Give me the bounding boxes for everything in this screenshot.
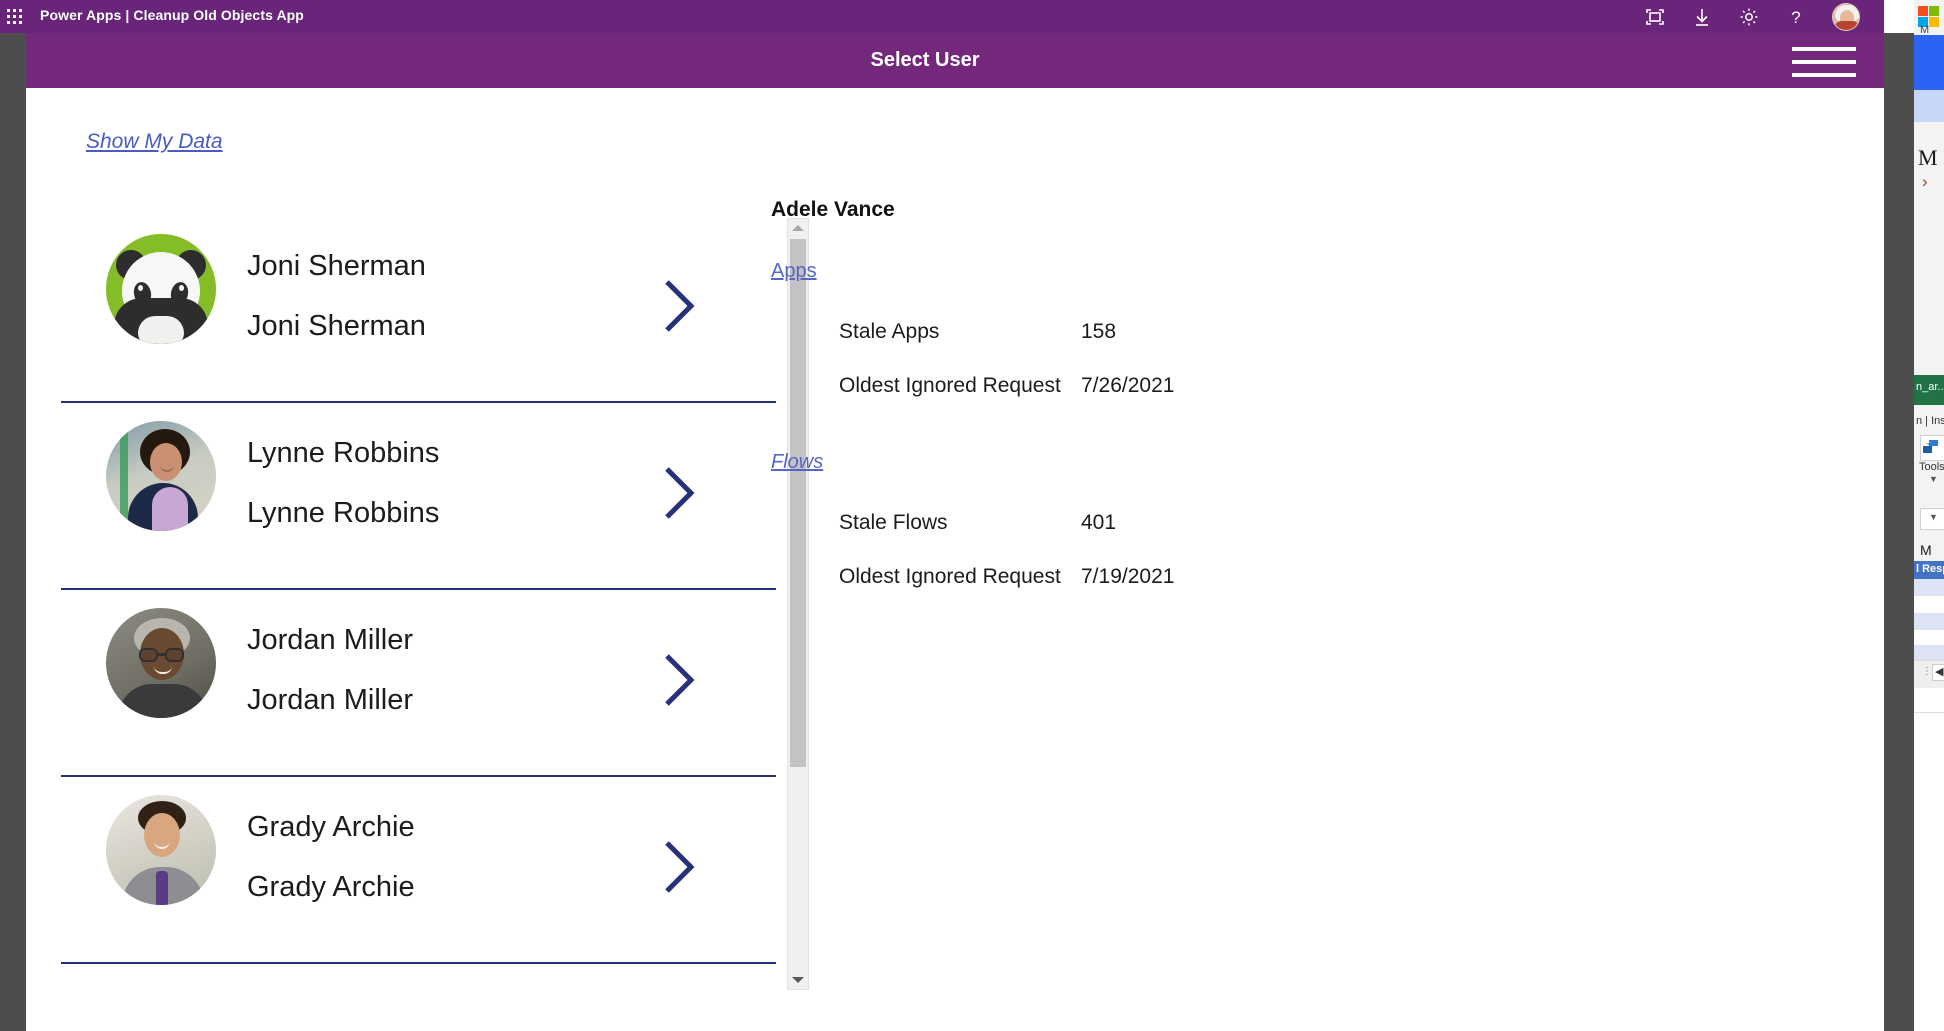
row-value: 401 — [1081, 511, 1116, 535]
background-prev-button[interactable]: ◀ — [1932, 664, 1944, 681]
avatar — [106, 234, 216, 344]
user-names: Jordan Miller Jordan Miller — [247, 610, 677, 730]
background-divider — [1914, 712, 1944, 713]
user-secondary-name: Joni Sherman — [247, 296, 677, 356]
apps-link[interactable]: Apps — [771, 260, 817, 283]
background-sheet-row — [1914, 579, 1944, 596]
table-row: Oldest Ignored Request 7/26/2021 — [771, 359, 1671, 413]
background-light-band — [1914, 90, 1944, 122]
scroll-down-arrow-icon[interactable] — [788, 971, 808, 989]
table-row: Stale Apps 158 — [771, 305, 1671, 359]
apps-rows: Stale Apps 158 Oldest Ignored Request 7/… — [771, 305, 1671, 413]
user-display-name: Lynne Robbins — [247, 423, 677, 483]
fit-to-screen-icon[interactable] — [1644, 6, 1666, 28]
download-icon[interactable] — [1691, 6, 1713, 28]
background-prev-icon: ◀ — [1935, 665, 1943, 678]
background-sheet-row — [1914, 613, 1944, 630]
background-dropdown-chevron-down-icon: ▼ — [1929, 512, 1938, 522]
app-header: Select User — [26, 33, 1884, 88]
help-icon[interactable]: ? — [1785, 6, 1807, 28]
user-details-panel: Adele Vance Apps Stale Apps 158 Oldest I… — [771, 198, 1671, 604]
list-item[interactable]: Joni Sherman Joni Sherman — [61, 216, 776, 403]
background-lower-pane — [1914, 688, 1944, 1031]
background-selected-column-label: l Resp — [1916, 563, 1944, 575]
user-gallery[interactable]: Joni Sherman Joni Sherman — [61, 216, 776, 1031]
background-green-tab-label: n_ar... — [1916, 381, 1944, 393]
background-chevron-icon: › — [1922, 172, 1928, 192]
top-command-bar: Power Apps | Cleanup Old Objects App — [0, 0, 1884, 33]
svg-text:?: ? — [1791, 8, 1800, 27]
table-row: Oldest Ignored Request 7/19/2021 — [771, 550, 1671, 604]
chevron-right-icon[interactable] — [659, 837, 699, 897]
user-display-name: Joni Sherman — [247, 236, 677, 296]
host-window-left-gutter — [0, 33, 26, 1031]
flows-link[interactable]: Flows — [771, 451, 823, 474]
hamburger-menu-icon[interactable] — [1792, 47, 1856, 77]
screen-root: M M › n_ar... n | Inse Tools ▼ ▼ M l Res… — [0, 0, 1944, 1031]
background-column-letter: M — [1920, 542, 1932, 558]
selected-user-name: Adele Vance — [771, 198, 1671, 222]
user-display-name: Grady Archie — [247, 797, 677, 857]
app-canvas: Show My Data Joni Sherman Joni She — [26, 88, 1884, 1031]
show-my-data-link[interactable]: Show My Data — [86, 130, 223, 154]
user-display-name: Jordan Miller — [247, 610, 677, 670]
row-value: 7/19/2021 — [1081, 565, 1174, 589]
photo-avatar-icon — [106, 608, 216, 718]
background-tools-label: Tools — [1919, 461, 1944, 473]
flows-rows: Stale Flows 401 Oldest Ignored Request 7… — [771, 496, 1671, 604]
gear-icon[interactable] — [1738, 6, 1760, 28]
app-launcher-icon[interactable] — [7, 9, 23, 25]
background-ribbon-label: n | Inse — [1916, 415, 1944, 427]
table-row: Stale Flows 401 — [771, 496, 1671, 550]
row-value: 7/26/2021 — [1081, 374, 1174, 398]
top-bar-icon-group: ? — [1644, 0, 1860, 33]
page-title: Select User — [26, 33, 1884, 88]
panda-avatar-icon — [106, 234, 216, 344]
photo-avatar-icon — [106, 421, 216, 531]
background-sheet-row — [1914, 596, 1944, 613]
avatar — [106, 795, 216, 905]
brand-title: Power Apps | Cleanup Old Objects App — [40, 7, 304, 23]
list-item[interactable]: Grady Archie Grady Archie — [61, 777, 776, 964]
user-secondary-name: Grady Archie — [247, 857, 677, 917]
background-big-m-letter: M — [1918, 145, 1938, 171]
row-value: 158 — [1081, 320, 1116, 344]
chevron-right-icon[interactable] — [659, 276, 699, 336]
photo-avatar-icon — [106, 795, 216, 905]
user-names: Grady Archie Grady Archie — [247, 797, 677, 917]
background-blue-band — [1914, 35, 1944, 90]
user-secondary-name: Jordan Miller — [247, 670, 677, 730]
user-names: Joni Sherman Joni Sherman — [247, 236, 677, 356]
details-section-apps: Apps Stale Apps 158 Oldest Ignored Reque… — [771, 260, 1671, 413]
user-names: Lynne Robbins Lynne Robbins — [247, 423, 677, 543]
avatar — [106, 608, 216, 718]
row-label: Oldest Ignored Request — [839, 565, 1081, 589]
background-tools-icon — [1923, 440, 1939, 454]
avatar — [106, 421, 216, 531]
details-section-flows: Flows Stale Flows 401 Oldest Ignored Req… — [771, 451, 1671, 604]
background-tools-chevron-down-icon[interactable]: ▼ — [1929, 474, 1938, 484]
user-secondary-name: Lynne Robbins — [247, 483, 677, 543]
background-selected-column-header: l Resp — [1914, 561, 1944, 579]
list-item[interactable]: Jordan Miller Jordan Miller — [61, 590, 776, 777]
list-item[interactable]: Lynne Robbins Lynne Robbins — [61, 403, 776, 590]
chevron-right-icon[interactable] — [659, 650, 699, 710]
chevron-right-icon[interactable] — [659, 463, 699, 523]
row-label: Stale Flows — [839, 511, 1081, 535]
row-label: Stale Apps — [839, 320, 1081, 344]
avatar[interactable] — [1832, 3, 1860, 31]
host-window-right-gutter — [1884, 33, 1914, 1031]
row-label: Oldest Ignored Request — [839, 374, 1081, 398]
